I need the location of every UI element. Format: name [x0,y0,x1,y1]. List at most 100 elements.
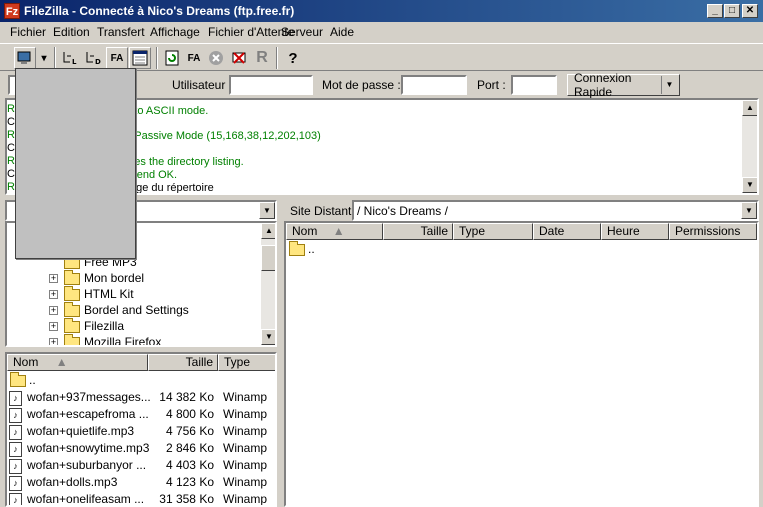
user-input[interactable] [229,75,313,95]
site-manager-icon[interactable] [14,47,36,69]
site-manager-dropdown-icon[interactable]: ▾ [38,47,50,69]
toolbar-separator [156,47,158,69]
password-label: Mot de passe : [322,78,401,92]
log-prefix: R [7,129,15,141]
close-button[interactable]: ✕ [742,4,758,18]
expand-icon[interactable]: + [49,306,58,315]
parent-dir-row[interactable]: .. [288,241,488,259]
remote-list-header: Nom ▲ Taille Type Date Heure Permissions [286,223,757,240]
local-tree-toggle-icon[interactable]: L [60,47,82,69]
log-prefix: R [7,181,15,193]
table-row[interactable]: ♪ wofan+quietlife.mp3 4 756 Ko Winamp [9,424,275,441]
remote-path-bar: Site Distant : / Nico's Dreams / ▼ [284,200,759,221]
log-prefix: C [7,142,15,154]
table-row[interactable]: ♪ wofan+escapefroma ... 4 800 Ko Winamp [9,407,275,424]
log-prefix: C [7,116,15,128]
table-row[interactable]: ♪ wofan+snowytime.mp3 2 846 Ko Winamp [9,441,275,458]
remote-tree-toggle-icon[interactable]: D [83,47,105,69]
log-scrollbar[interactable]: ▲ ▼ [742,100,757,193]
svg-text:L: L [72,58,77,66]
audio-file-icon: ♪ [9,425,22,440]
parent-dir-row[interactable]: .. [9,372,275,390]
remote-site-label: Site Distant : [290,204,359,218]
col-header-size[interactable]: Taille [383,223,453,240]
cancel-icon[interactable] [205,47,227,69]
file-name: wofan+937messages... [27,390,151,404]
audio-file-icon: ♪ [9,442,22,457]
filezilla-app-icon[interactable]: Fz [4,3,20,19]
remote-path-dropdown-icon[interactable]: ▼ [741,202,757,219]
col-header-time[interactable]: Heure [601,223,669,240]
site-manager-dropdown-menu[interactable] [15,68,136,259]
menu-transfert[interactable]: Transfert [97,25,145,39]
process-queue-icon[interactable]: FA [183,47,205,69]
folder-icon [10,372,26,387]
expand-icon[interactable]: + [49,322,58,331]
file-type: Winamp [223,407,268,421]
sort-asc-icon: ▲ [332,224,345,238]
vertical-splitter[interactable] [278,200,283,507]
expand-icon[interactable]: + [49,338,58,345]
expand-icon[interactable]: + [49,274,58,283]
folder-icon [289,241,305,256]
col-header-name[interactable]: Nom ▲ [7,354,148,371]
menu-edition[interactable]: Edition [53,25,90,39]
col-header-permissions[interactable]: Permissions [669,223,757,240]
maximize-button[interactable]: □ [724,4,740,18]
file-size: 14 382 Ko [159,390,214,404]
col-header-name[interactable]: Nom ▲ [286,223,383,240]
quickconnect-dropdown-icon[interactable]: ▼ [661,76,677,94]
file-type: Winamp [223,424,268,438]
audio-file-icon: ♪ [9,476,22,491]
table-row[interactable]: ♪ wofan+937messages... 14 382 Ko Winamp [9,390,275,407]
menu-aide[interactable]: Aide [330,25,354,39]
scroll-thumb[interactable] [261,245,275,271]
menu-affichage[interactable]: Affichage [150,25,200,39]
user-label: Utilisateur : [172,78,233,92]
refresh-icon[interactable] [161,47,183,69]
quickconnect-button[interactable]: Connexion Rapide ▼ [567,71,680,99]
table-row[interactable]: ♪ wofan+dolls.mp3 4 123 Ko Winamp [9,475,275,492]
file-type: Winamp [223,390,268,404]
log-toggle-icon[interactable] [129,47,151,69]
file-name: wofan+dolls.mp3 [27,475,118,489]
window-title: FileZilla - Connecté à Nico's Dreams (ft… [24,4,295,18]
tree-item-label: HTML Kit [84,287,134,301]
col-header-type[interactable]: Type [453,223,533,240]
file-size: 4 403 Ko [165,458,214,472]
file-type: Winamp [223,492,268,506]
parent-dir-label: .. [308,242,315,256]
port-input[interactable] [511,75,557,95]
password-input[interactable] [401,75,467,95]
queue-toggle-icon[interactable]: FA [106,47,128,69]
toolbar-separator [276,47,278,69]
local-file-list: Nom ▲ Taille Type .. ♪ wofan+937messages… [5,352,277,507]
scroll-up-icon[interactable]: ▲ [261,223,275,239]
scroll-up-icon[interactable]: ▲ [742,100,757,116]
table-row[interactable]: ♪ wofan+suburbanyor ... 4 403 Ko Winamp [9,458,275,475]
table-row[interactable]: ♪ wofan+onelifeasam ... 31 358 Ko Winamp [9,492,275,506]
remote-path-combo[interactable]: / Nico's Dreams / ▼ [352,200,759,221]
tree-item-label: Mon bordel [84,271,145,285]
minimize-button[interactable]: _ [707,4,723,18]
svg-text:D: D [95,58,101,66]
col-header-type[interactable]: Type [218,354,275,371]
scroll-down-icon[interactable]: ▼ [742,177,757,193]
menu-serveur[interactable]: Serveur [281,25,323,39]
file-name: wofan+suburbanyor ... [27,458,147,472]
folder-icon [64,286,80,301]
col-header-date[interactable]: Date [533,223,601,240]
col-header-size[interactable]: Taille [148,354,218,371]
local-path-dropdown-icon[interactable]: ▼ [259,202,275,219]
tree-scrollbar[interactable]: ▲ ▼ [261,223,275,345]
tree-item-label: Bordel and Settings [84,303,189,317]
disconnect-icon[interactable] [228,47,250,69]
title-bar: Fz FileZilla - Connecté à Nico's Dreams … [0,0,763,22]
scroll-down-icon[interactable]: ▼ [261,329,275,345]
help-icon[interactable]: ? [282,47,304,69]
expand-icon[interactable]: + [49,290,58,299]
menu-fichier[interactable]: Fichier [10,25,46,39]
file-size: 2 846 Ko [165,441,214,455]
log-prefix: C [7,168,15,180]
reconnect-icon[interactable]: R [251,47,273,69]
